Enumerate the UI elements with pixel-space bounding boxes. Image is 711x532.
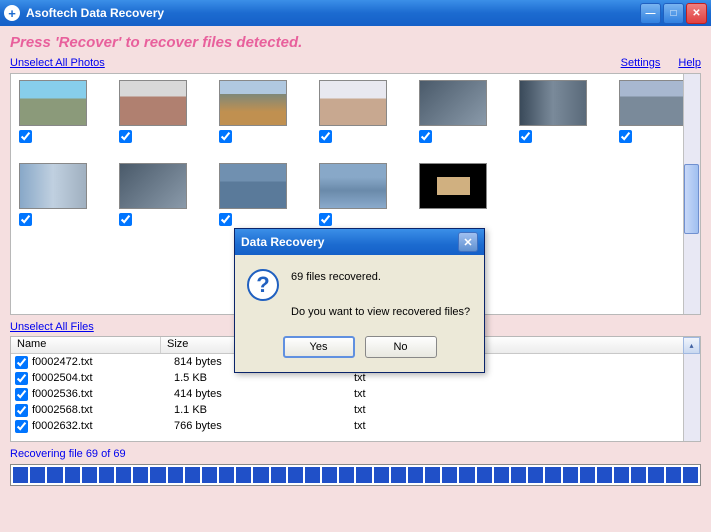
photo-checkbox[interactable] — [119, 130, 132, 143]
help-link[interactable]: Help — [678, 57, 701, 69]
file-size: 766 bytes — [174, 420, 354, 432]
photo-checkbox[interactable] — [619, 130, 632, 143]
minimize-button[interactable]: — — [640, 3, 661, 24]
unselect-all-files-link[interactable]: Unselect All Files — [10, 321, 94, 333]
photo-thumbnail[interactable] — [419, 80, 487, 143]
photo-thumbnail[interactable] — [419, 163, 487, 226]
file-row[interactable]: f0002568.txt1.1 KBtxt — [11, 402, 700, 418]
file-checkbox[interactable] — [15, 356, 28, 369]
photo-checkbox[interactable] — [19, 213, 32, 226]
dialog-line2: Do you want to view recovered files? — [291, 304, 470, 322]
window-title: Asoftech Data Recovery — [26, 6, 640, 20]
photo-checkbox[interactable] — [519, 130, 532, 143]
no-button[interactable]: No — [365, 336, 437, 358]
file-name: f0002472.txt — [32, 356, 174, 368]
photo-checkbox[interactable] — [419, 130, 432, 143]
file-checkbox[interactable] — [15, 420, 28, 433]
close-button[interactable]: ✕ — [686, 3, 707, 24]
photo-thumbnail[interactable] — [519, 80, 587, 143]
photo-thumbnail[interactable] — [219, 80, 287, 143]
file-ext: txt — [354, 388, 494, 400]
photo-thumbnail[interactable] — [119, 163, 187, 226]
progress-status-text: Recovering file 69 of 69 — [10, 448, 701, 460]
file-name: f0002632.txt — [32, 420, 174, 432]
settings-link[interactable]: Settings — [621, 57, 661, 69]
file-ext: txt — [354, 404, 494, 416]
unselect-all-photos-link[interactable]: Unselect All Photos — [10, 57, 105, 69]
yes-button[interactable]: Yes — [283, 336, 355, 358]
photo-checkbox[interactable] — [19, 130, 32, 143]
photo-checkbox[interactable] — [319, 130, 332, 143]
file-name: f0002568.txt — [32, 404, 174, 416]
file-size: 1.1 KB — [174, 404, 354, 416]
photo-thumbnail[interactable] — [619, 80, 687, 143]
instruction-text: Press 'Recover' to recover files detecte… — [10, 34, 701, 51]
photo-checkbox[interactable] — [119, 213, 132, 226]
photo-thumbnail[interactable] — [319, 80, 387, 143]
file-size: 414 bytes — [174, 388, 354, 400]
file-checkbox[interactable] — [15, 404, 28, 417]
photo-checkbox[interactable] — [219, 130, 232, 143]
photo-thumbnail[interactable] — [319, 163, 387, 226]
photo-checkbox[interactable] — [319, 213, 332, 226]
app-icon: + — [4, 5, 20, 21]
window-titlebar: + Asoftech Data Recovery — □ ✕ — [0, 0, 711, 26]
file-name: f0002536.txt — [32, 388, 174, 400]
maximize-button[interactable]: □ — [663, 3, 684, 24]
dialog-title: Data Recovery — [241, 235, 458, 249]
files-scrollbar[interactable]: ▴ — [683, 337, 700, 441]
file-ext: txt — [354, 420, 494, 432]
recovery-complete-dialog: Data Recovery ✕ ? 69 files recovered. Do… — [234, 228, 485, 373]
photo-thumbnail[interactable] — [19, 80, 87, 143]
photo-checkbox[interactable] — [219, 213, 232, 226]
column-name[interactable]: Name — [11, 337, 161, 353]
file-name: f0002504.txt — [32, 372, 174, 384]
file-size: 1.5 KB — [174, 372, 354, 384]
file-row[interactable]: f0002632.txt766 bytestxt — [11, 418, 700, 434]
photo-thumbnail[interactable] — [119, 80, 187, 143]
photo-thumbnail[interactable] — [219, 163, 287, 226]
question-icon: ? — [247, 269, 279, 301]
file-ext: txt — [354, 372, 494, 384]
progress-bar — [10, 464, 701, 486]
dialog-line1: 69 files recovered. — [291, 269, 470, 287]
photo-thumbnail[interactable] — [19, 163, 87, 226]
file-checkbox[interactable] — [15, 388, 28, 401]
dialog-message: 69 files recovered. Do you want to view … — [291, 269, 470, 322]
file-checkbox[interactable] — [15, 372, 28, 385]
photo-scrollbar[interactable] — [683, 74, 700, 314]
file-row[interactable]: f0002536.txt414 bytestxt — [11, 386, 700, 402]
dialog-close-button[interactable]: ✕ — [458, 232, 478, 252]
